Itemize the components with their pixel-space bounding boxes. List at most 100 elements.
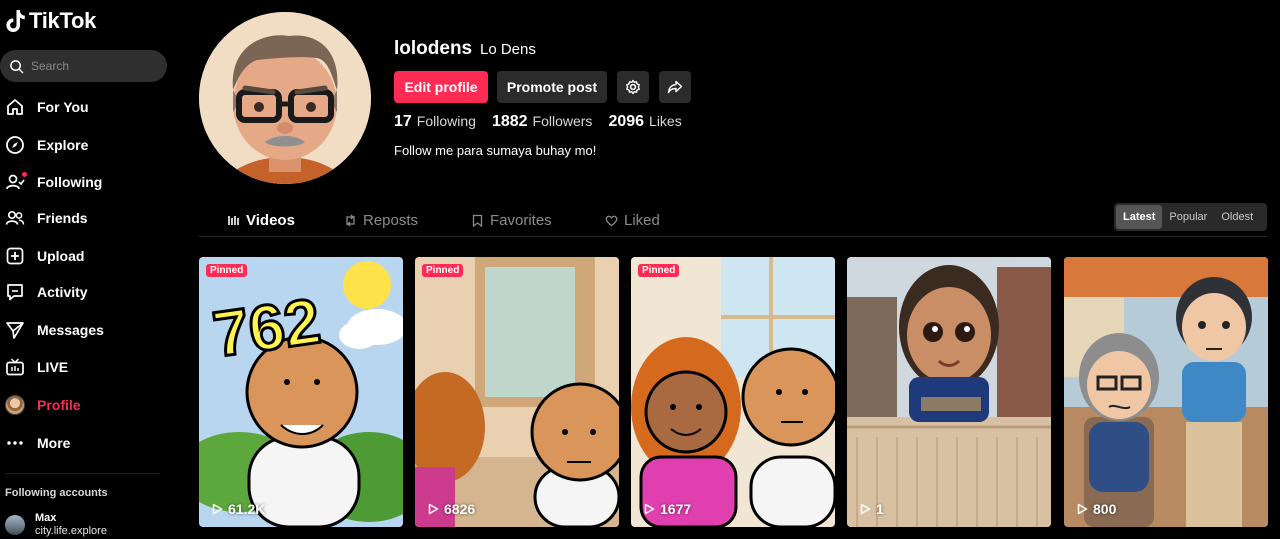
messages-icon (5, 320, 25, 340)
view-count-value: 800 (1093, 501, 1117, 517)
pinned-badge: Pinned (422, 264, 464, 277)
gear-icon (626, 79, 640, 95)
following-count: 17 (394, 113, 412, 130)
promote-post-button[interactable]: Promote post (497, 71, 607, 103)
tab-label: Liked (624, 211, 660, 229)
likes-count: 2096 (608, 113, 645, 130)
following-label: Following (416, 113, 476, 129)
video-card[interactable]: Pinned 6826 (415, 257, 619, 527)
search-icon (10, 59, 24, 73)
sidebar-item-label: Profile (37, 397, 81, 413)
video-thumbnail: 762 (199, 257, 403, 527)
notification-dot (22, 172, 27, 177)
sidebar-item-live[interactable]: LIVE (5, 355, 68, 379)
sidebar-divider (5, 473, 160, 474)
settings-button[interactable] (617, 71, 649, 103)
view-count-value: 61.2K (228, 501, 266, 517)
account-name: Max (35, 512, 57, 524)
share-profile-button[interactable] (659, 71, 691, 103)
profile-stats: 17 Following 1882 Followers 2096 Likes (394, 113, 698, 131)
tiktok-logo[interactable]: TikTok (6, 8, 96, 34)
view-count: 61.2K (212, 501, 265, 517)
sidebar-item-label: Following (37, 174, 103, 190)
video-overlay-text: 762 (209, 284, 325, 370)
search-input[interactable] (31, 59, 161, 73)
sidebar-item-for-you[interactable]: For You (5, 95, 89, 119)
video-card[interactable]: Pinned 1677 (631, 257, 835, 527)
view-count-value: 1677 (660, 501, 692, 517)
share-icon (667, 80, 683, 94)
profile-tabs: Videos Reposts Favorites Liked (199, 203, 1267, 437)
account-avatar (5, 515, 25, 535)
grid-icon (228, 215, 239, 225)
likes-stat: 2096 Likes (608, 113, 681, 131)
sidebar: TikTok For You Explore (0, 0, 180, 539)
tab-reposts[interactable]: Reposts (344, 203, 418, 237)
tab-favorites[interactable]: Favorites (471, 203, 552, 237)
brand-name: TikTok (29, 8, 97, 33)
video-thumbnail (847, 257, 1051, 527)
sidebar-item-profile[interactable]: Profile (5, 393, 81, 417)
play-icon (860, 503, 871, 515)
following-stat[interactable]: 17 Following (394, 113, 476, 131)
video-grid: 762 Pinned 61.2K Pinned 6826 Pinned 1677… (199, 257, 1279, 527)
sidebar-item-friends[interactable]: Friends (5, 206, 88, 230)
tab-label: Reposts (363, 211, 419, 229)
heart-icon (605, 215, 618, 226)
sidebar-item-label: Explore (37, 137, 89, 153)
likes-label: Likes (649, 113, 682, 129)
compass-icon (5, 135, 25, 155)
view-count-value: 1 (876, 501, 884, 517)
upload-icon (5, 246, 25, 266)
view-count: 1677 (644, 501, 691, 517)
tab-label: Favorites (490, 211, 552, 229)
video-card[interactable]: 762 Pinned 61.2K (199, 257, 403, 527)
sort-toggle: Latest Popular Oldest (1114, 203, 1267, 231)
following-accounts-heading: Following accounts (5, 487, 108, 499)
profile-nickname: Lo Dens (480, 41, 536, 58)
sidebar-item-label: For You (37, 99, 89, 115)
sort-popular[interactable]: Popular (1162, 205, 1214, 229)
tab-videos[interactable]: Videos (227, 203, 295, 237)
view-count-value: 6826 (444, 501, 476, 517)
tiktok-app: TikTok For You Explore (0, 0, 1280, 539)
video-card[interactable]: 800 (1064, 257, 1268, 527)
view-count: 1 (860, 501, 884, 517)
video-thumbnail (415, 257, 619, 527)
live-icon (5, 357, 25, 377)
search-box[interactable] (0, 50, 167, 82)
sidebar-item-more[interactable]: More (5, 431, 70, 455)
sidebar-item-activity[interactable]: Activity (5, 280, 88, 304)
sidebar-item-label: Friends (37, 210, 88, 226)
sidebar-item-label: LIVE (37, 359, 69, 375)
tiktok-logo-icon (6, 10, 25, 32)
pinned-badge: Pinned (206, 264, 248, 277)
home-icon (5, 97, 25, 117)
video-card[interactable]: 1 (847, 257, 1051, 527)
play-icon (428, 503, 439, 515)
following-account-item[interactable]: Max city.life.explore (5, 512, 107, 538)
sort-oldest[interactable]: Oldest (1214, 205, 1260, 229)
view-count: 800 (1077, 501, 1116, 517)
bookmark-icon (472, 214, 483, 227)
activity-icon (5, 282, 25, 302)
edit-profile-button[interactable]: Edit profile (394, 71, 488, 103)
video-thumbnail (1064, 257, 1268, 527)
sidebar-item-explore[interactable]: Explore (5, 133, 88, 157)
play-icon (212, 503, 223, 515)
sidebar-item-upload[interactable]: Upload (5, 244, 84, 268)
tab-liked[interactable]: Liked (605, 203, 660, 237)
tab-label: Videos (246, 211, 295, 229)
profile-avatar[interactable] (199, 12, 371, 184)
sidebar-item-label: More (37, 435, 71, 451)
view-count: 6826 (428, 501, 475, 517)
video-thumbnail (631, 257, 835, 527)
repost-icon (346, 214, 355, 226)
sort-latest[interactable]: Latest (1116, 205, 1163, 229)
sidebar-item-messages[interactable]: Messages (5, 318, 104, 342)
profile-bio: Follow me para sumaya buhay mo! (394, 143, 597, 158)
followers-stat[interactable]: 1882 Followers (492, 113, 593, 131)
followers-count: 1882 (491, 113, 528, 130)
sidebar-item-label: Messages (37, 322, 104, 338)
sidebar-item-following[interactable]: Following (5, 170, 102, 194)
